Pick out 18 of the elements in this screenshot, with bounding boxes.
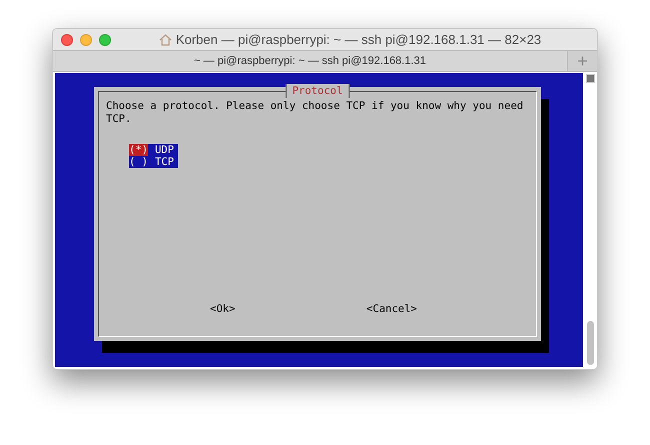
dialog-button[interactable]: <Ok> [210,302,236,318]
radio-option[interactable]: ( ) TCP [129,156,178,168]
zoom-button[interactable] [99,34,111,46]
radio-option[interactable]: (*) UDP [129,144,178,156]
dialog-message: Choose a protocol. Please only choose TCP if you know why you need TCP. [106,100,524,126]
option-label: TCP [154,156,174,168]
dialog-title: Protocol [285,84,350,98]
minimize-button[interactable] [80,34,92,46]
window-title: Korben — pi@raspberrypi: ~ — ssh pi@192.168.1.31 — 82×23 [176,30,542,49]
scrollbar-thumb[interactable] [586,321,594,365]
radio-marker: (*) [129,144,148,156]
close-button[interactable] [61,34,73,46]
terminal-tab[interactable]: ~ — pi@raspberrypi: ~ — ssh pi@192.168.1.31 [53,51,567,71]
menu-icon [586,74,594,83]
home-icon [158,34,172,46]
dialog-button[interactable]: <Cancel> [366,302,417,318]
option-label: UDP [154,144,174,156]
radio-marker: ( ) [129,156,148,168]
